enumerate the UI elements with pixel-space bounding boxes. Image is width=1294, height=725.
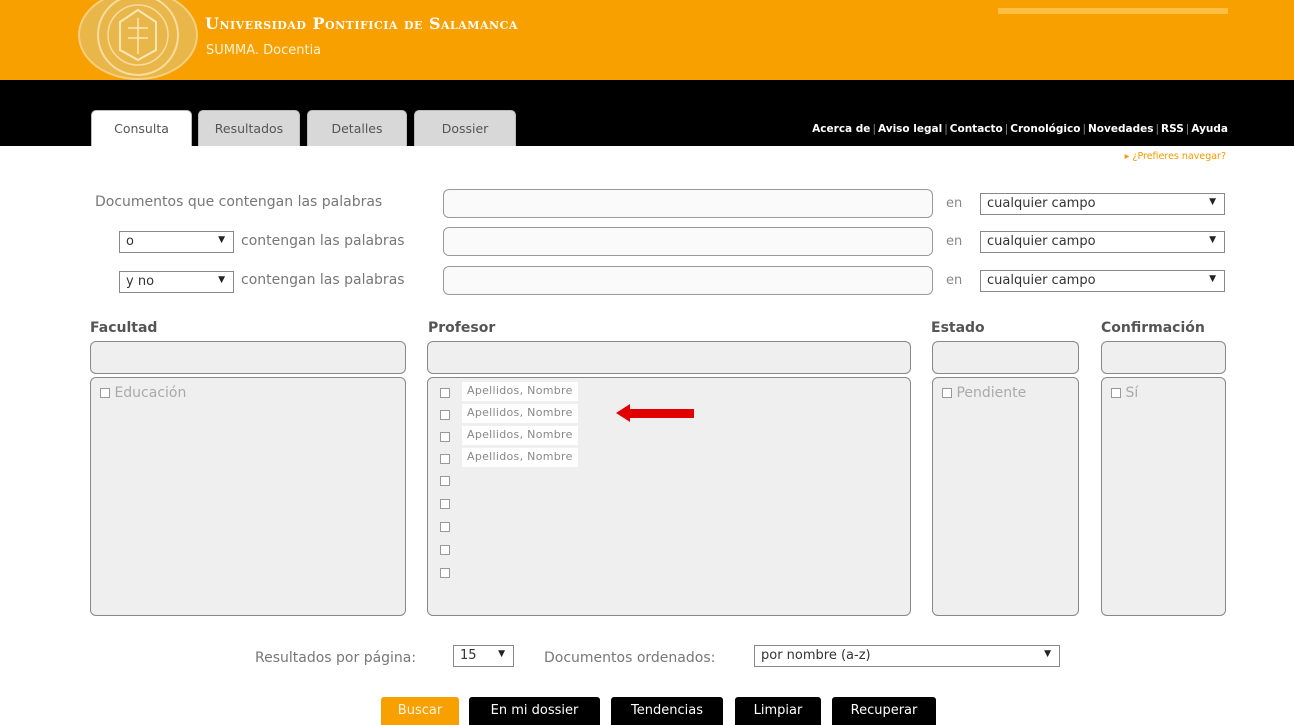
limpiar-button[interactable]: Limpiar [735, 697, 821, 725]
confirmacion-filter-input[interactable] [1101, 341, 1226, 374]
estado-option-label: Pendiente [956, 385, 1027, 401]
checkbox[interactable] [942, 388, 952, 398]
field-select-2-value: cualquier campo [987, 234, 1096, 249]
checkbox[interactable] [440, 522, 450, 532]
checkbox[interactable] [440, 545, 450, 555]
profesor-filter-input[interactable] [427, 341, 911, 374]
tab-dossier[interactable]: Dossier [414, 110, 516, 146]
link-cronologico[interactable]: Cronológico [1010, 123, 1080, 135]
tab-resultados[interactable]: Resultados [198, 110, 300, 146]
app-subtitle: SUMMA. Docentia [206, 43, 322, 58]
facultad-title: Facultad [90, 320, 158, 336]
search-input-3[interactable] [443, 266, 933, 295]
per-page-select[interactable]: 15 ▼ [453, 645, 514, 667]
facultad-list [90, 377, 406, 616]
field-select-3-value: cualquier campo [987, 273, 1096, 288]
field-select-1[interactable]: cualquier campo ▼ [980, 193, 1225, 215]
operator-select-1-value: o [126, 234, 134, 249]
link-novedades[interactable]: Novedades [1088, 123, 1153, 135]
link-contacto[interactable]: Contacto [950, 123, 1003, 135]
checkbox[interactable] [440, 568, 450, 578]
link-rss[interactable]: RSS [1161, 123, 1184, 135]
link-aviso-legal[interactable]: Aviso legal [878, 123, 942, 135]
chevron-down-icon: ▼ [1209, 197, 1216, 207]
confirmacion-list [1101, 377, 1226, 616]
arrow-shape [616, 404, 694, 422]
facultad-option[interactable]: Educación [100, 385, 186, 401]
en-label-1: en [946, 196, 963, 211]
facultad-option-label: Educación [114, 385, 187, 401]
link-ayuda[interactable]: Ayuda [1191, 123, 1228, 135]
field-select-3[interactable]: cualquier campo ▼ [980, 270, 1225, 292]
navigation-bar [0, 80, 1294, 146]
profesor-title: Profesor [428, 320, 496, 336]
order-value: por nombre (a-z) [761, 648, 871, 663]
search-row1-label: Documentos que contengan las palabras [95, 194, 383, 210]
professor-name: Apellidos, Nombre [462, 426, 578, 445]
checkbox[interactable] [100, 388, 110, 398]
estado-option[interactable]: Pendiente [942, 385, 1026, 401]
recuperar-button[interactable]: Recuperar [832, 697, 936, 725]
checkbox[interactable] [440, 499, 450, 509]
estado-filter-input[interactable] [932, 341, 1079, 374]
checkbox[interactable] [440, 410, 450, 420]
en-label-2: en [946, 234, 963, 249]
search-input-2[interactable] [443, 227, 933, 256]
en-label-3: en [946, 273, 963, 288]
search-input-1[interactable] [443, 189, 933, 218]
estado-title: Estado [931, 320, 985, 336]
order-select[interactable]: por nombre (a-z) ▼ [754, 645, 1060, 667]
top-links: Acerca de | Aviso legal | Contacto | Cronológi… [812, 123, 1228, 135]
en-mi-dossier-button[interactable]: En mi dossier [469, 697, 600, 725]
header-top-right-links [998, 8, 1228, 14]
chevron-down-icon: ▼ [1209, 235, 1216, 245]
link-acerca-de[interactable]: Acerca de [812, 123, 870, 135]
field-select-2[interactable]: cualquier campo ▼ [980, 231, 1225, 253]
chevron-down-icon: ▼ [218, 235, 225, 245]
red-arrow-icon [616, 404, 694, 422]
checkbox[interactable] [440, 388, 450, 398]
university-title: Universidad Pontificia de Salamanca [205, 14, 518, 33]
operator-select-1[interactable]: o ▼ [119, 231, 234, 253]
browse-link[interactable]: ▸ ¿Prefieres navegar? [1125, 151, 1226, 162]
estado-list [932, 377, 1079, 616]
tendencias-button[interactable]: Tendencias [611, 697, 723, 725]
confirmacion-option[interactable]: Sí [1111, 385, 1138, 401]
operator-select-2-value: y no [126, 274, 155, 289]
confirmacion-option-label: Sí [1125, 385, 1139, 401]
professor-name: Apellidos, Nombre [462, 382, 578, 401]
checkbox[interactable] [440, 476, 450, 486]
chevron-down-icon: ▼ [218, 275, 225, 285]
confirmacion-title: Confirmación [1101, 320, 1205, 336]
professor-name: Apellidos, Nombre [462, 404, 578, 423]
tab-consulta[interactable]: Consulta [91, 110, 192, 146]
field-select-1-value: cualquier campo [987, 196, 1096, 211]
per-page-value: 15 [460, 648, 477, 663]
checkbox[interactable] [1111, 388, 1121, 398]
professor-name: Apellidos, Nombre [462, 448, 578, 467]
operator-select-2[interactable]: y no ▼ [119, 271, 234, 293]
chevron-down-icon: ▼ [498, 649, 505, 659]
per-page-label: Resultados por página: [255, 650, 417, 666]
order-label: Documentos ordenados: [544, 650, 716, 666]
buscar-button[interactable]: Buscar [381, 697, 459, 725]
chevron-down-icon: ▼ [1209, 274, 1216, 284]
checkbox[interactable] [440, 454, 450, 464]
chevron-down-icon: ▼ [1044, 649, 1051, 659]
facultad-filter-input[interactable] [90, 341, 406, 374]
checkbox[interactable] [440, 432, 450, 442]
search-row3-label: contengan las palabras [241, 272, 405, 288]
search-row2-label: contengan las palabras [241, 233, 405, 249]
tab-detalles[interactable]: Detalles [307, 110, 407, 146]
